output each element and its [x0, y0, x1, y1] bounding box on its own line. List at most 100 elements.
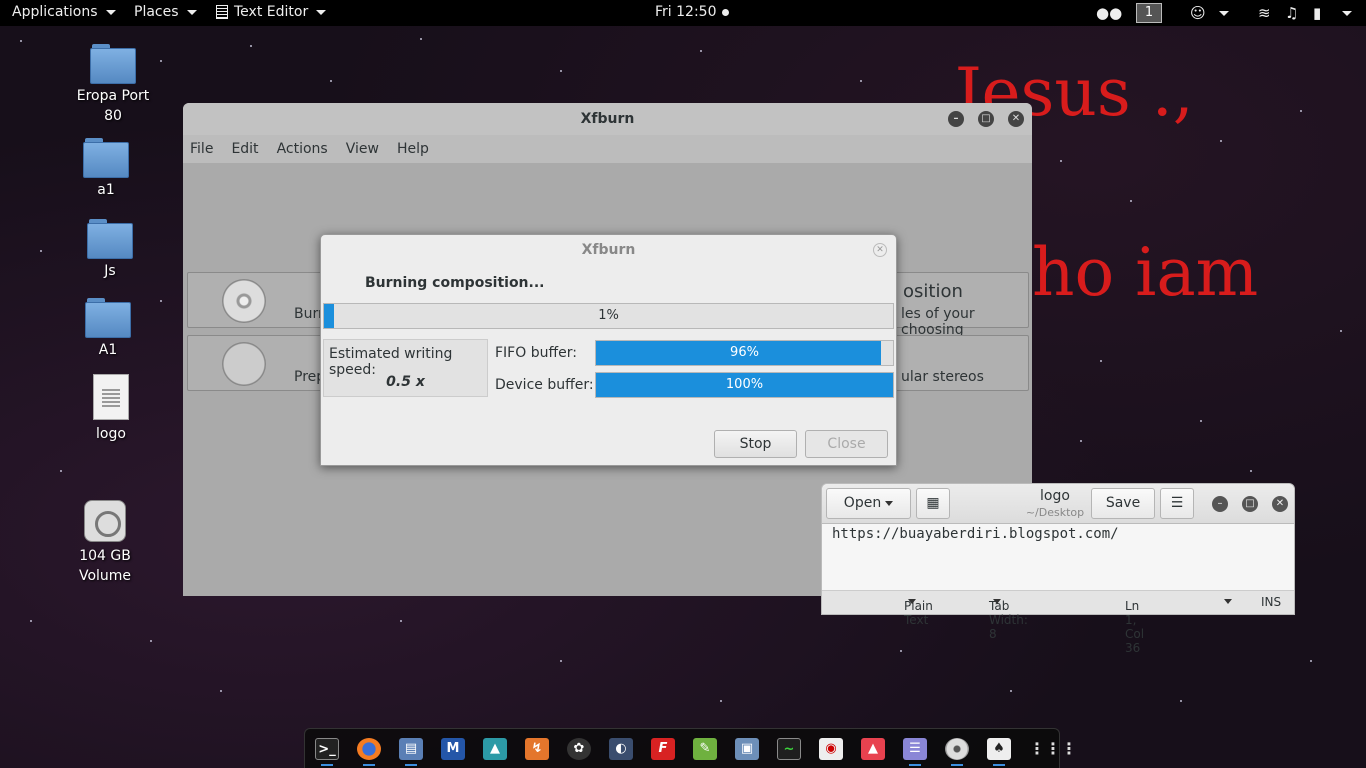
- chevron-down-icon: [105, 9, 116, 15]
- folder-icon: [85, 298, 131, 338]
- writing-speed-panel: Estimated writing speed: 0.5 x: [323, 339, 488, 397]
- close-icon[interactable]: ✕: [1272, 496, 1288, 512]
- desktop-icon-js[interactable]: Js: [70, 219, 150, 281]
- stop-button[interactable]: Stop: [714, 430, 797, 458]
- chevron-down-icon: [316, 9, 327, 15]
- inkscape-icon[interactable]: ♠: [987, 738, 1011, 760]
- xfburn-menubar: File Edit Actions View Help: [183, 135, 1032, 163]
- new-tab-button[interactable]: ▦: [916, 488, 950, 519]
- leafpad-icon[interactable]: ✎: [693, 738, 717, 760]
- running-indicator: [909, 764, 921, 766]
- maximize-icon[interactable]: □: [978, 111, 994, 127]
- desktop-icon-a1[interactable]: a1: [66, 138, 146, 200]
- dialog-titlebar[interactable]: Xfburn ✕: [321, 235, 896, 265]
- menu-help[interactable]: Help: [397, 141, 429, 157]
- faraday-icon[interactable]: F: [651, 738, 675, 760]
- save-button[interactable]: Save: [1091, 488, 1155, 519]
- virtualbox-icon[interactable]: ▣: [735, 738, 759, 760]
- desktop-icon-label: Eropa Port 80: [76, 88, 150, 124]
- hamburger-menu-button[interactable]: ☰: [1160, 488, 1194, 519]
- armitage-icon[interactable]: ✿: [567, 738, 591, 760]
- menu-view[interactable]: View: [346, 141, 379, 157]
- zenmap-icon[interactable]: ◐: [609, 738, 633, 760]
- notification-dot-icon: [722, 8, 730, 16]
- desktop-icon-label: logo: [96, 426, 126, 442]
- image-viewer-icon[interactable]: ▲: [861, 738, 885, 760]
- text-editor-window: Open ▦ logo ~/Desktop Save ☰ – □ ✕ https…: [821, 483, 1295, 655]
- chevron-down-icon[interactable]: [1342, 11, 1352, 16]
- app-menu-label: Text Editor: [234, 4, 309, 20]
- ktorrent-icon[interactable]: ◉: [819, 738, 843, 760]
- tab-width-label: Tab Width: 8: [989, 599, 1028, 641]
- maltego-icon[interactable]: ▲: [483, 738, 507, 760]
- chevron-down-icon: [993, 599, 1001, 604]
- open-button[interactable]: Open: [826, 488, 911, 519]
- chevron-down-icon: [885, 500, 894, 506]
- xfburn-titlebar[interactable]: Xfburn – □ ✕: [183, 103, 1032, 135]
- desktop-icon-label: Js: [104, 263, 116, 279]
- maximize-icon[interactable]: □: [1242, 496, 1258, 512]
- places-menu[interactable]: Places: [134, 4, 197, 20]
- applications-label: Applications: [12, 4, 98, 20]
- volume-icon[interactable]: ♫: [1285, 5, 1298, 21]
- device-buffer-bar: 100%: [595, 372, 894, 398]
- desktop-icon-label: A1: [98, 342, 118, 358]
- clock[interactable]: Fri 12:50: [655, 4, 730, 20]
- chevron-down-icon[interactable]: [1219, 11, 1229, 16]
- show-apps-icon[interactable]: ⋮⋮⋮: [1029, 738, 1077, 760]
- burn-status-text: Burning composition...: [365, 275, 545, 291]
- text-editor-icon[interactable]: ☰: [903, 738, 927, 760]
- desktop-icon-eropa-port-80[interactable]: Eropa Port 80: [73, 44, 153, 126]
- desktop-icon-104gb-volume[interactable]: 104 GB Volume: [65, 500, 145, 586]
- metasploit-icon[interactable]: M: [441, 738, 465, 760]
- chevron-down-icon: [1224, 599, 1232, 604]
- editor-text-area[interactable]: https://buayaberdiri.blogspot.com/: [832, 526, 1119, 542]
- menu-actions[interactable]: Actions: [277, 141, 328, 157]
- wallpaper-text-2: ho iam: [1032, 234, 1259, 311]
- places-label: Places: [134, 4, 179, 20]
- minimize-icon[interactable]: –: [948, 111, 964, 127]
- workspace-indicator[interactable]: 1: [1136, 3, 1162, 23]
- running-indicator: [993, 764, 1005, 766]
- text-editor-headerbar[interactable]: Open ▦ logo ~/Desktop Save ☰ – □ ✕: [822, 484, 1294, 524]
- speed-value: 0.5 x: [386, 374, 425, 390]
- insert-mode[interactable]: INS: [1261, 595, 1281, 609]
- applications-menu[interactable]: Applications: [12, 4, 116, 20]
- close-icon[interactable]: ✕: [1008, 111, 1024, 127]
- accessibility-icon[interactable]: ☺: [1190, 5, 1206, 21]
- menu-edit[interactable]: Edit: [231, 141, 258, 157]
- minimize-icon[interactable]: –: [1212, 496, 1228, 512]
- overall-progress-bar: 1%: [323, 303, 894, 329]
- folder-icon: [90, 44, 136, 84]
- chevron-down-icon: [908, 599, 916, 604]
- progress-text: 1%: [598, 308, 619, 323]
- fifo-text: 96%: [730, 345, 759, 360]
- files-icon[interactable]: ▤: [399, 738, 423, 760]
- app-menu[interactable]: Text Editor: [216, 4, 327, 20]
- desktop-icon-logo[interactable]: logo: [71, 374, 151, 444]
- camera-icon[interactable]: ●●: [1096, 5, 1122, 21]
- firefox-icon[interactable]: [357, 738, 381, 760]
- text-file-icon: [93, 374, 129, 420]
- wifi-icon[interactable]: ≋: [1258, 5, 1271, 21]
- editor-statusbar: Plain Text Tab Width: 8 Ln 1, Col 36 INS: [822, 590, 1294, 655]
- clock-label: Fri 12:50: [655, 4, 717, 20]
- burn-progress-dialog: Xfburn ✕ Burning composition... 1% Estim…: [320, 234, 897, 466]
- system-monitor-icon[interactable]: ~: [777, 738, 801, 760]
- open-label: Open: [843, 495, 882, 511]
- running-indicator: [321, 764, 333, 766]
- disc-icon: [222, 279, 266, 323]
- close-icon[interactable]: ✕: [873, 243, 887, 257]
- menu-file[interactable]: File: [190, 141, 213, 157]
- terminal-icon[interactable]: >_: [315, 738, 339, 760]
- folder-icon: [87, 219, 133, 259]
- composition-label: osition: [903, 281, 963, 302]
- audio-desc: ular stereos: [901, 369, 984, 385]
- text-editor-icon: [216, 5, 228, 19]
- burpsuite-icon[interactable]: ↯: [525, 738, 549, 760]
- desktop-icon-A1[interactable]: A1: [68, 298, 148, 360]
- battery-icon[interactable]: ▮: [1313, 5, 1321, 21]
- close-button[interactable]: Close: [805, 430, 888, 458]
- dialog-title: Xfburn: [581, 242, 636, 258]
- xfburn-icon[interactable]: [945, 738, 969, 760]
